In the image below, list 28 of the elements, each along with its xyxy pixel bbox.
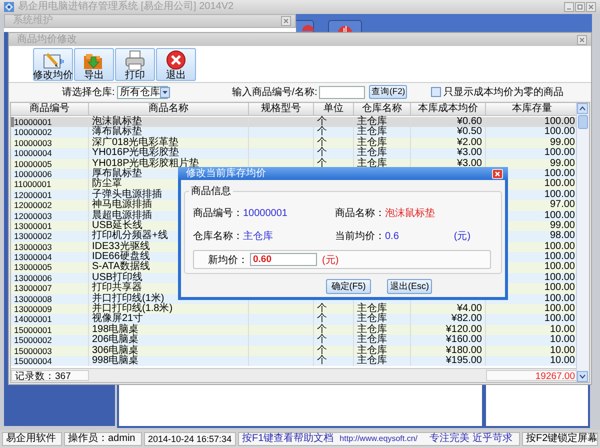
slogan-text: 专注完美 近乎苛求 [429,433,512,445]
unit-label: (元) [454,230,471,243]
column-header: 单位 [314,103,354,116]
table-cell: 15000004 [11,356,89,366]
table-cell: ¥195.00 [411,356,486,366]
unit-label: (元) [322,254,339,266]
field-label: 请选择仓库: [62,86,115,99]
column-header: 规格型号 [249,103,314,116]
status-text: 易企用软件 [2,432,62,446]
field-value: 0.6 [385,231,399,242]
table-cell: 主仓库 [354,356,411,366]
field-label: 仓库名称： [193,230,243,243]
window-title: 系统维护 [13,15,54,27]
field-label: 商品名称： [335,206,385,220]
status-text: 2014-10-24 16:57:34 [144,432,236,446]
table-cell: 个 [314,356,354,366]
table-cell: 998电脑桌 [89,356,249,366]
status-text: 按F2键锁定屏幕 [522,432,598,446]
stock-total: 19267.00 [486,370,579,381]
record-count: 记录数：367 [11,370,89,381]
field-label: 当前均价： [335,230,385,243]
checkbox-label: 只显示成本均价为零的商品 [443,86,564,99]
field-label: 输入商品编号/名称: [232,86,318,99]
field-value: 泡沫鼠标垫 [385,206,435,220]
window-title: 易企用电脑进销存管理系统 [易企用公司] 2014V2 [18,0,235,14]
status-text: 操作员：admin [64,432,142,446]
help-text: 按F1键查看帮助文档 [242,433,334,445]
window-title: 商品均价修改 [17,33,78,46]
